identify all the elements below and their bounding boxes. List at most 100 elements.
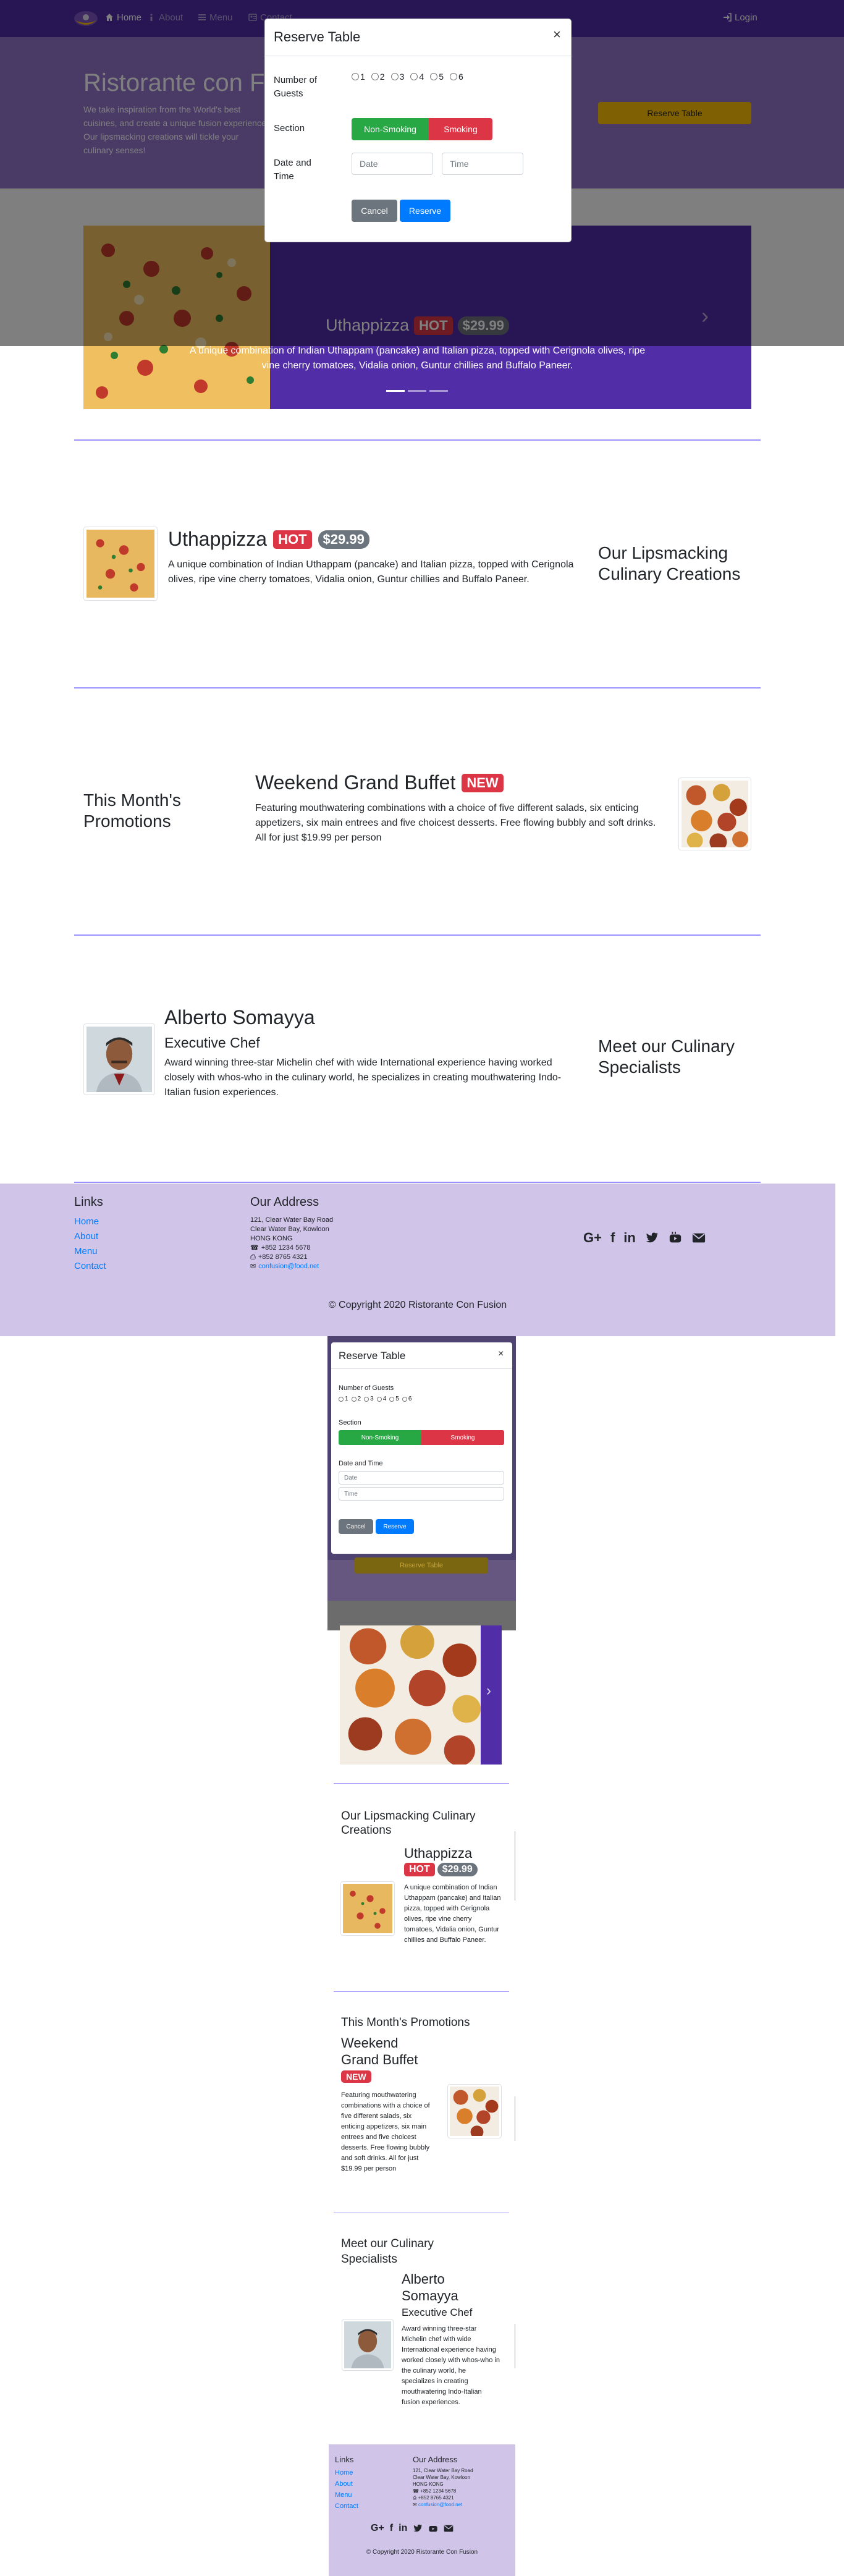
footer-link-menu[interactable]: Menu [74, 1244, 106, 1259]
section-divider [74, 439, 761, 441]
leader-role: Executive Chef [164, 1035, 260, 1051]
email-link[interactable]: confusion@food.net [258, 1262, 319, 1271]
footer-link-contact[interactable]: Contact [74, 1259, 106, 1274]
mobile-dish-thumbnail [340, 1881, 395, 1936]
phone-icon: ☎ [250, 1244, 259, 1252]
footer-link-contact[interactable]: Contact [335, 2501, 358, 2512]
footer-link-about[interactable]: About [74, 1229, 106, 1244]
mobile-promotion-badge-row: NEW [341, 2070, 371, 2083]
twitter-icon[interactable] [644, 1231, 659, 1245]
section-divider [334, 1783, 509, 1784]
cancel-button[interactable]: Cancel [352, 200, 397, 222]
mobile-dish-heading: Our Lipsmacking Culinary Creations [341, 1810, 476, 1837]
envelope-icon: ✉ [250, 1263, 256, 1270]
envelope-icon: ✉ [413, 2502, 418, 2507]
footer-address-heading: Our Address [250, 1195, 319, 1209]
footer-link-home[interactable]: Home [74, 1214, 106, 1229]
facebook-icon[interactable]: f [610, 1230, 615, 1246]
guests-radio-5[interactable]: 5 [389, 1396, 399, 1402]
address-line: 121, Clear Water Bay Road [250, 1216, 334, 1224]
chevron-right-icon[interactable]: › [486, 1682, 491, 1700]
reserve-table-modal: Reserve Table × Number of Guests 1 2 3 4… [264, 19, 572, 242]
google-plus-icon[interactable]: G+ [371, 2523, 384, 2534]
mobile-time-input[interactable]: Time [339, 1487, 504, 1501]
guests-radio-1[interactable]: 1 [339, 1396, 348, 1402]
footer-link-about[interactable]: About [335, 2478, 358, 2489]
guests-radio-5[interactable]: 5 [430, 72, 444, 82]
leader-description: Award winning three-star Michelin chef w… [164, 1057, 562, 1098]
mobile-date-input[interactable]: Date [339, 1471, 504, 1485]
guests-radio-6[interactable]: 6 [449, 72, 463, 82]
section-label: Section [274, 123, 305, 133]
smoking-button[interactable]: Smoking [421, 1430, 504, 1445]
guests-radio-2[interactable]: 2 [371, 72, 385, 82]
mobile-modal-title: Reserve Table [339, 1350, 406, 1362]
mobile-dish-badges: HOT $29.99 [404, 1863, 478, 1876]
new-badge: NEW [462, 773, 504, 792]
mobile-leader-role: Executive Chef [402, 2307, 473, 2318]
google-plus-icon[interactable]: G+ [583, 1230, 602, 1246]
mobile-footer-links: Home About Menu Contact [335, 2467, 358, 2512]
fax-icon: ⎙ [413, 2495, 418, 2501]
close-icon[interactable]: × [498, 1349, 504, 1360]
mobile-reserve-table-button[interactable]: Reserve Table [355, 1557, 488, 1574]
carousel-indicator[interactable] [429, 390, 448, 392]
reserve-button[interactable]: Reserve [400, 200, 450, 222]
time-input[interactable]: Time [442, 153, 523, 175]
phone-number: +852 1234 5678 [261, 1244, 311, 1252]
section-divider [74, 687, 761, 688]
guests-radio-3[interactable]: 3 [390, 72, 404, 82]
mobile-guests-radio-group: 1 2 3 4 5 6 [339, 1396, 411, 1402]
footer-link-menu[interactable]: Menu [335, 2489, 358, 2501]
buffet-thumbnail [678, 777, 751, 850]
guests-radio-2[interactable]: 2 [351, 1396, 361, 1402]
mobile-leader-heading: Meet our Culinary Specialists [341, 2237, 434, 2266]
section-toggle: Non-Smoking Smoking [352, 118, 492, 140]
guests-label: Number of Guests [274, 75, 318, 99]
mobile-section-toggle: Non-Smoking Smoking [339, 1430, 504, 1445]
guests-radio-4[interactable]: 4 [410, 72, 424, 82]
guests-radio-6[interactable]: 6 [402, 1396, 411, 1402]
carousel-indicators[interactable] [386, 390, 448, 392]
mobile-leader-description: Award winning three-star Michelin chef w… [402, 2325, 500, 2406]
promotion-section-heading: This Month's Promotions [83, 790, 181, 831]
dish-thumbnail [83, 527, 158, 601]
mobile-reserve-button[interactable]: Reserve [376, 1519, 414, 1534]
non-smoking-button[interactable]: Non-Smoking [339, 1430, 421, 1445]
guests-radio-3[interactable]: 3 [364, 1396, 374, 1402]
smoking-button[interactable]: Smoking [429, 118, 492, 140]
mobile-dish-description: A unique combination of Indian Uthappam … [404, 1884, 501, 1944]
youtube-icon[interactable] [668, 1231, 683, 1245]
mobile-footer-links-heading: Links [335, 2455, 354, 2464]
carousel-indicator[interactable] [386, 390, 405, 392]
promotion-description: Featuring mouthwatering combinations wit… [255, 803, 656, 843]
section-divider [74, 1182, 761, 1183]
guests-radio-4[interactable]: 4 [376, 1396, 386, 1402]
address-line: Clear Water Bay, Kowloon [250, 1226, 329, 1233]
mobile-datetime-label: Date and Time [339, 1460, 383, 1467]
mobile-buffet-thumbnail [447, 2084, 502, 2138]
linkedin-icon[interactable]: in [399, 2523, 407, 2534]
footer-link-home[interactable]: Home [335, 2467, 358, 2478]
twitter-icon[interactable] [413, 2523, 423, 2533]
youtube-icon[interactable] [428, 2523, 438, 2533]
mobile-leader-photo [342, 2319, 394, 2371]
close-icon[interactable]: × [553, 27, 561, 43]
guests-radio-1[interactable]: 1 [352, 72, 365, 82]
non-smoking-button[interactable]: Non-Smoking [352, 118, 429, 140]
mobile-promotion-heading: This Month's Promotions [341, 2016, 470, 2029]
hot-badge: HOT [404, 1863, 435, 1876]
date-input[interactable]: Date [352, 153, 433, 175]
mobile-footer-address-heading: Our Address [413, 2455, 458, 2464]
mail-icon[interactable] [444, 2523, 454, 2533]
mobile-buffet-image [340, 1625, 481, 1765]
promotion-title-row: Weekend Grand Buffet NEW [255, 771, 504, 794]
dish-title-row: Uthappizza HOT $29.99 [168, 528, 369, 551]
mobile-cancel-button[interactable]: Cancel [339, 1519, 373, 1534]
mail-icon[interactable] [691, 1231, 706, 1245]
linkedin-icon[interactable]: in [623, 1230, 636, 1246]
fax-icon: ⎙ [250, 1253, 256, 1261]
copyright: © Copyright 2020 Ristorante Con Fusion [328, 1300, 507, 1310]
carousel-indicator[interactable] [408, 390, 426, 392]
facebook-icon[interactable]: f [390, 2523, 393, 2534]
